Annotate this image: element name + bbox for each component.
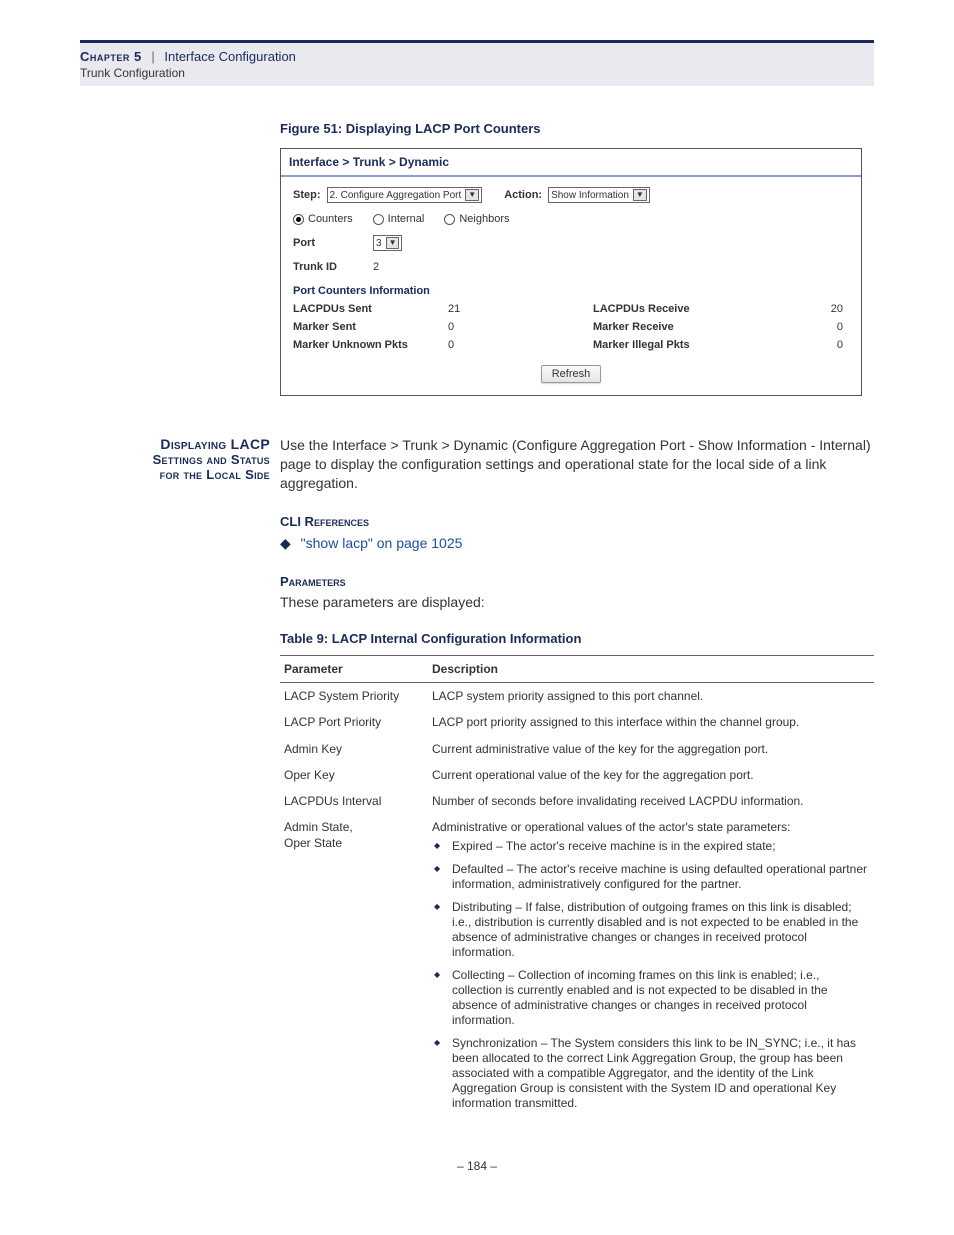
counter-label: Marker Receive <box>503 321 794 333</box>
state-intro: Administrative or operational values of … <box>432 819 870 835</box>
table-row: Admin State, Oper State Administrative o… <box>280 814 874 1124</box>
radio-neighbors-label: Neighbors <box>459 213 509 225</box>
counters-section-heading: Port Counters Information <box>293 285 849 297</box>
trunk-id-value: 2 <box>373 261 379 273</box>
param-desc: Current administrative value of the key … <box>428 736 874 762</box>
counter-label: LACPDUs Sent <box>293 303 448 315</box>
param-name: Admin Key <box>280 736 428 762</box>
page-number: – 184 – <box>80 1159 874 1173</box>
step-select[interactable]: 2. Configure Aggregation Port ▼ <box>327 187 483 203</box>
refresh-button[interactable]: Refresh <box>541 365 602 383</box>
table-caption: Table 9: LACP Internal Configuration Inf… <box>280 630 874 648</box>
list-item: Expired – The actor's receive machine is… <box>432 839 870 854</box>
th-description: Description <box>428 656 874 683</box>
param-name: Oper Key <box>280 762 428 788</box>
action-select[interactable]: Show Information ▼ <box>548 187 650 203</box>
action-label: Action: <box>504 189 542 201</box>
list-item: Synchronization – The System considers t… <box>432 1036 870 1111</box>
table-row: Oper Key Current operational value of th… <box>280 762 874 788</box>
table-row: LACP System Priority LACP system priorit… <box>280 683 874 710</box>
cli-references-heading: CLI References <box>280 513 874 531</box>
list-item: Collecting – Collection of incoming fram… <box>432 968 870 1028</box>
port-select[interactable]: 3 ▼ <box>373 235 402 251</box>
action-value: Show Information <box>551 190 629 201</box>
counter-value: 0 <box>794 321 849 333</box>
parameters-heading: Parameters <box>280 573 874 591</box>
chevron-down-icon: ▼ <box>633 189 647 201</box>
counter-label: Marker Sent <box>293 321 448 333</box>
radio-icon <box>373 214 384 225</box>
param-desc: Number of seconds before invalidating re… <box>428 788 874 814</box>
port-value: 3 <box>376 238 382 249</box>
radio-icon <box>293 214 304 225</box>
cli-reference-link[interactable]: "show lacp" on page 1025 <box>301 535 463 551</box>
table-row: Admin Key Current administrative value o… <box>280 736 874 762</box>
param-desc: Administrative or operational values of … <box>428 814 874 1124</box>
chevron-down-icon: ▼ <box>465 189 479 201</box>
param-desc: Current operational value of the key for… <box>428 762 874 788</box>
counter-value: 20 <box>794 303 849 315</box>
trunk-id-label: Trunk ID <box>293 261 343 273</box>
counter-label: LACPDUs Receive <box>503 303 794 315</box>
radio-counters-label: Counters <box>308 213 353 225</box>
radio-internal[interactable]: Internal <box>373 213 425 225</box>
th-parameter: Parameter <box>280 656 428 683</box>
side-heading-line3: for the Local Side <box>160 467 270 482</box>
port-label: Port <box>293 237 343 249</box>
counter-label: Marker Unknown Pkts <box>293 339 448 351</box>
counter-value: 0 <box>448 339 503 351</box>
radio-neighbors[interactable]: Neighbors <box>444 213 509 225</box>
table-row: LACP Port Priority LACP port priority as… <box>280 709 874 735</box>
state-list: Expired – The actor's receive machine is… <box>432 839 870 1111</box>
bullet-diamond-icon: ◆ <box>280 535 291 551</box>
counter-value: 0 <box>448 321 503 333</box>
table-row: LACPDUs Interval Number of seconds befor… <box>280 788 874 814</box>
param-desc: LACP port priority assigned to this inte… <box>428 709 874 735</box>
separator: | <box>151 49 154 64</box>
param-name: Admin State, Oper State <box>280 814 428 1124</box>
figure-caption: Figure 51: Displaying LACP Port Counters <box>280 121 874 136</box>
side-heading-line2: Settings and Status <box>153 452 270 467</box>
parameters-table: Parameter Description LACP System Priori… <box>280 655 874 1124</box>
section-body: Use the Interface > Trunk > Dynamic (Con… <box>280 436 874 1124</box>
chapter-subtitle: Trunk Configuration <box>80 66 874 80</box>
radio-counters[interactable]: Counters <box>293 213 353 225</box>
counter-value: 21 <box>448 303 503 315</box>
intro-paragraph: Use the Interface > Trunk > Dynamic (Con… <box>280 436 874 493</box>
counter-value: 0 <box>794 339 849 351</box>
radio-internal-label: Internal <box>388 213 425 225</box>
section-side-heading: Displaying LACP Settings and Status for … <box>80 436 270 1124</box>
radio-icon <box>444 214 455 225</box>
param-desc: LACP system priority assigned to this po… <box>428 683 874 710</box>
parameters-intro: These parameters are displayed: <box>280 593 874 612</box>
chapter-title: Interface Configuration <box>164 49 296 64</box>
step-label: Step: <box>293 189 321 201</box>
step-value: 2. Configure Aggregation Port <box>330 190 462 201</box>
list-item: Defaulted – The actor's receive machine … <box>432 862 870 892</box>
side-heading-line1: Displaying LACP <box>160 436 270 452</box>
figure-screenshot: Interface > Trunk > Dynamic Step: 2. Con… <box>280 148 862 396</box>
param-name: LACP System Priority <box>280 683 428 710</box>
list-item: Distributing – If false, distribution of… <box>432 900 870 960</box>
chevron-down-icon: ▼ <box>386 237 400 249</box>
page-header: Chapter 5 | Interface Configuration Trun… <box>80 40 874 86</box>
counters-grid: LACPDUs Sent 21 LACPDUs Receive 20 Marke… <box>293 303 849 351</box>
counter-label: Marker Illegal Pkts <box>503 339 794 351</box>
param-name: LACPDUs Interval <box>280 788 428 814</box>
breadcrumb: Interface > Trunk > Dynamic <box>281 149 861 177</box>
param-name: LACP Port Priority <box>280 709 428 735</box>
chapter-label: Chapter 5 <box>80 49 142 64</box>
